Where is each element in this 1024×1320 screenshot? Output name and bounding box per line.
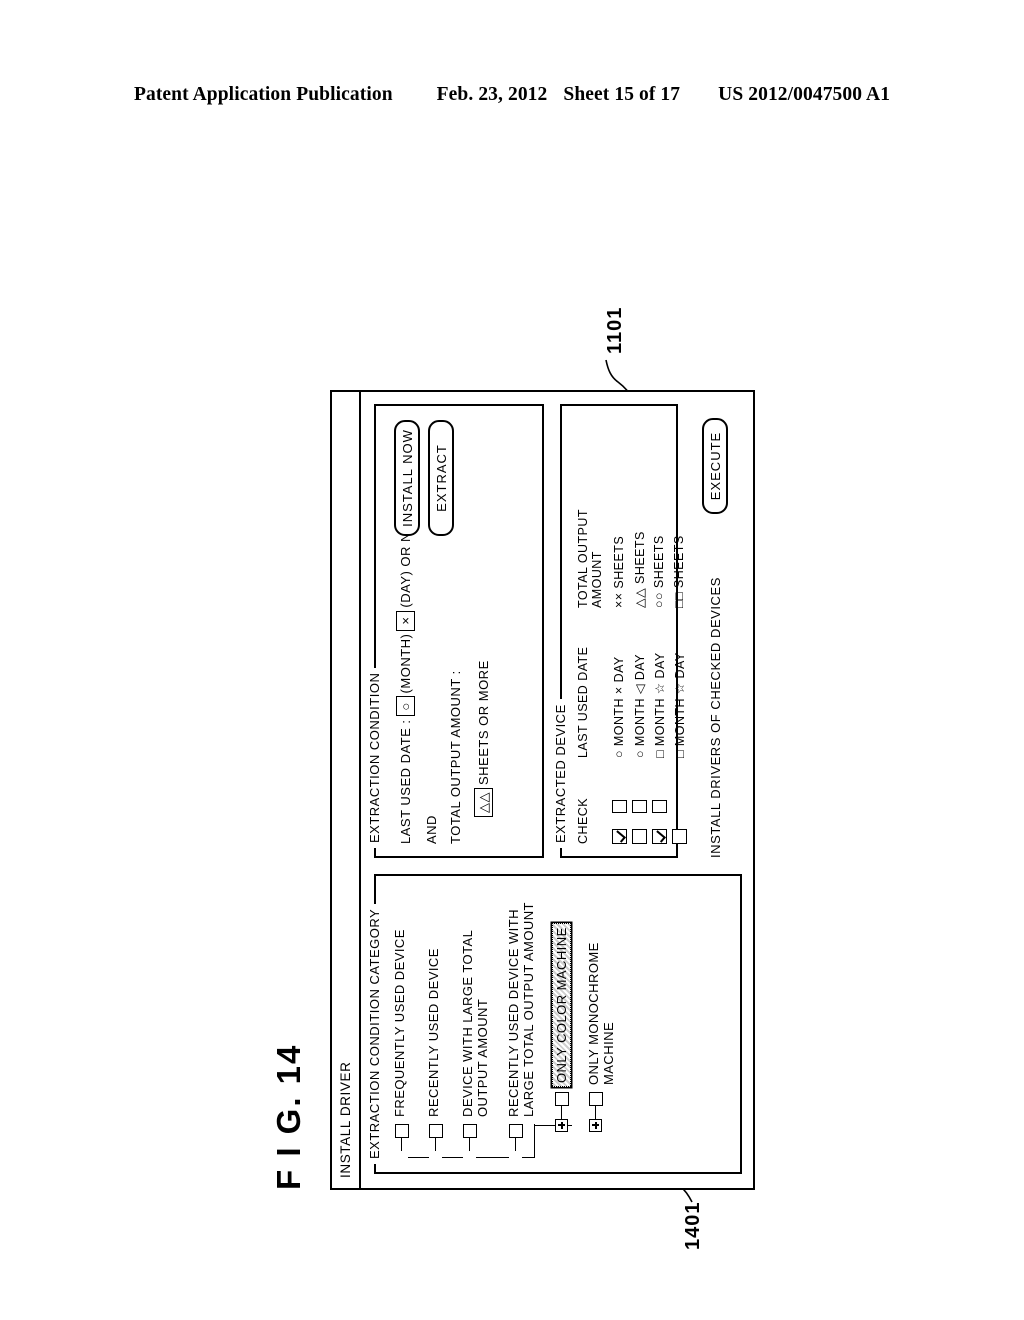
month-unit-label: (MONTH) [398,633,413,694]
row-check-cell [651,758,667,844]
patent-publication-label: Patent Application Publication [133,84,393,105]
row-last-used-date: ○ MONTH ◁ DAY [632,653,647,758]
checkbox-only-color-machine[interactable] [555,1092,569,1106]
extract-button[interactable]: EXTRACT [428,420,454,536]
checkbox-device-large-total-output[interactable] [463,1124,477,1138]
and-row: AND [424,815,439,844]
tree-expander-plus-icon[interactable] [589,1119,602,1132]
extracted-device-table: CHECK LAST USED DATE TOTAL OUTPUT AMOUNT… [576,468,689,844]
row-checkbox[interactable] [671,829,687,844]
checkbox-frequently-used-device[interactable] [395,1124,409,1138]
tree-item-only-monochrome-machine[interactable]: ONLY MONOCHROME MACHINE [586,902,632,1132]
sheets-input[interactable]: △△ [474,788,493,817]
patent-sheet: Sheet 15 of 17 [563,84,681,105]
figure-stage: F I G. 14 1101 1401 INSTALL DRIVER EXTRA… [252,190,772,1250]
tree-elbow-icon [395,1138,408,1151]
tree-item-label: ONLY COLOR MACHINE [552,923,571,1087]
install-driver-window: INSTALL DRIVER EXTRACTION CONDITION CATE… [330,390,755,1190]
window-title: INSTALL DRIVER [338,1061,353,1178]
tree-item-label: RECENTLY USED DEVICE [426,948,441,1117]
sheets-unit-label: SHEETS OR MORE [476,660,491,785]
tree-item-device-large-total-output[interactable]: DEVICE WITH LARGE TOTAL OUTPUT AMOUNT [460,902,506,1164]
and-label: AND [424,815,439,844]
row-secondary-box[interactable] [611,800,627,813]
install-now-button[interactable]: INSTALL NOW [394,420,420,536]
tree-elbow-icon [463,1138,476,1151]
table-row[interactable]: ○ MONTH ◁ DAY △△ SHEETS [629,468,649,844]
extracted-device-group: EXTRACTED DEVICE CHECK LAST USED DATE TO… [553,404,687,858]
tree-elbow-icon [429,1138,442,1151]
tree-branch-connector [534,1124,536,1158]
row-last-used-date: □ MONTH ☆ DAY [652,652,667,758]
total-output-amount-label: TOTAL OUTPUT AMOUNT : [448,670,463,844]
row-total-output-amount: □□ SHEETS [672,535,686,608]
extraction-condition-category-group: EXTRACTION CONDITION CATEGORY FREQUENTLY… [367,874,742,1174]
column-header-total-output-amount: TOTAL OUTPUT AMOUNT [576,509,604,608]
table-header-row: CHECK LAST USED DATE TOTAL OUTPUT AMOUNT [576,468,604,844]
last-used-date-label: LAST USED DATE : [398,719,413,844]
month-input[interactable]: ○ [396,696,415,717]
checkbox-recently-used-large-total-output[interactable] [509,1124,523,1138]
extraction-condition-category-legend: EXTRACTION CONDITION CATEGORY [367,903,382,1164]
row-total-output-amount: ○○ SHEETS [652,535,666,608]
figure-title: F I G. 14 [270,1043,307,1190]
tree-item-frequently-used-device[interactable]: FREQUENTLY USED DEVICE [392,902,426,1164]
row-last-used-date: □ MONTH ☆ DAY [672,652,687,758]
tree-item-recently-used-device[interactable]: RECENTLY USED DEVICE [426,902,460,1164]
tree-expander-plus-icon[interactable] [555,1119,568,1132]
titlebar-divider [359,392,361,1188]
row-check-cell [611,758,627,844]
tree-expander-icon [463,1151,476,1164]
tree-item-only-color-machine[interactable]: ONLY COLOR MACHINE [552,902,586,1132]
row-secondary-box[interactable] [631,800,647,813]
patent-header: Patent Application Publication Feb. 23, … [0,84,1024,106]
row-total-output-amount: ×× SHEETS [612,535,626,608]
extracted-device-legend: EXTRACTED DEVICE [553,699,568,848]
checkbox-only-monochrome-machine[interactable] [589,1092,603,1106]
patent-number: US 2012/0047500 A1 [718,84,891,105]
total-output-amount-value-row: △△ SHEETS OR MORE [474,660,493,820]
row-checkbox[interactable] [611,829,627,844]
row-total-output-amount: △△ SHEETS [632,531,647,608]
tree-item-label: ONLY MONOCHROME MACHINE [586,942,616,1085]
table-row[interactable]: □ MONTH ☆ DAY □□ SHEETS [669,468,689,844]
column-header-last-used-date: LAST USED DATE [576,646,590,758]
patent-date: Feb. 23, 2012 [436,84,548,105]
tree-item-label: FREQUENTLY USED DEVICE [392,929,407,1117]
row-check-cell [631,758,647,844]
table-row[interactable]: ○ MONTH × DAY ×× SHEETS [609,468,629,844]
tree-expander-icon [429,1151,442,1164]
total-output-amount-label-row: TOTAL OUTPUT AMOUNT : [448,670,463,844]
tree-item-label: RECENTLY USED DEVICE WITH LARGE TOTAL OU… [506,902,536,1117]
tree-elbow-icon [555,1106,568,1119]
execute-button[interactable]: EXECUTE [702,418,728,514]
ref-1401-label: 1401 [682,1201,704,1251]
checkbox-recently-used-device[interactable] [429,1124,443,1138]
row-check-cell [671,758,687,844]
row-secondary-box[interactable] [651,800,667,813]
row-last-used-date: ○ MONTH × DAY [612,656,626,758]
extraction-condition-legend: EXTRACTION CONDITION [367,667,382,848]
install-drivers-bar: INSTALL DRIVERS OF CHECKED DEVICES EXECU… [692,404,738,858]
column-header-check: CHECK [576,797,590,844]
install-drivers-label: INSTALL DRIVERS OF CHECKED DEVICES [707,577,723,858]
tree-elbow-icon [509,1138,522,1151]
last-used-date-row: LAST USED DATE : ○ (MONTH) × (DAY) OR NE… [396,491,415,844]
table-row[interactable]: □ MONTH ☆ DAY ○○ SHEETS [649,468,669,844]
day-input[interactable]: × [396,610,415,631]
category-tree: FREQUENTLY USED DEVICE RECENTLY USED DEV… [392,902,632,1164]
tree-item-label: DEVICE WITH LARGE TOTAL OUTPUT AMOUNT [460,929,490,1117]
tree-elbow-icon [589,1106,602,1119]
tree-expander-icon [509,1151,522,1164]
tree-expander-icon [395,1151,408,1164]
extraction-condition-group: EXTRACTION CONDITION LAST USED DATE : ○ … [367,404,544,858]
row-checkbox[interactable] [631,829,647,844]
row-checkbox[interactable] [651,829,667,844]
